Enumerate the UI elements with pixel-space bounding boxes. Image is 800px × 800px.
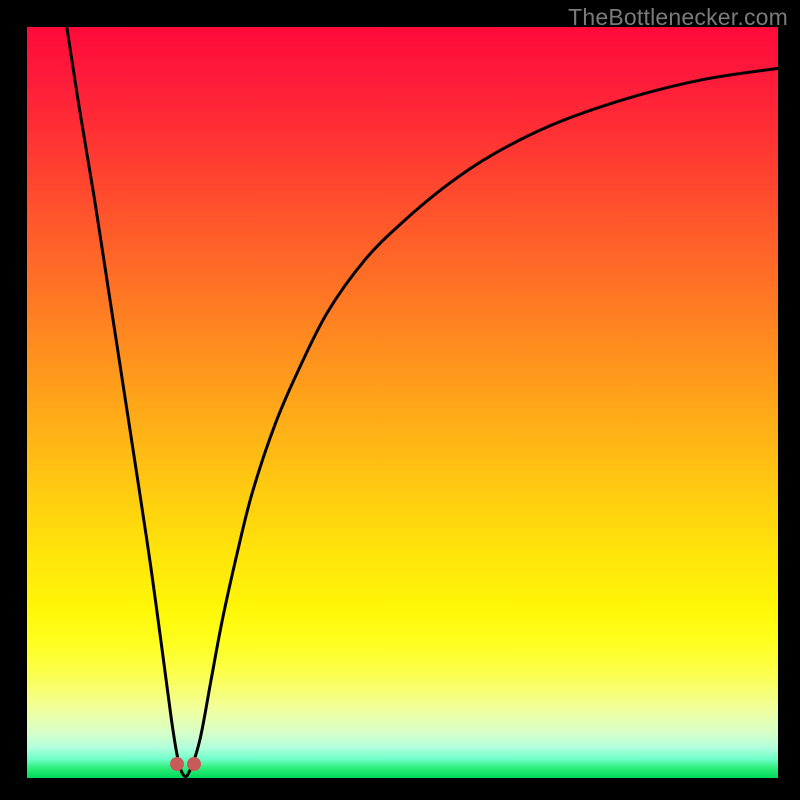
chart-frame: TheBottlenecker.com xyxy=(0,0,800,800)
plot-area xyxy=(27,27,778,778)
attribution-text: TheBottlenecker.com xyxy=(568,4,788,31)
curve-layer xyxy=(27,27,778,778)
bottleneck-curve xyxy=(67,27,778,777)
